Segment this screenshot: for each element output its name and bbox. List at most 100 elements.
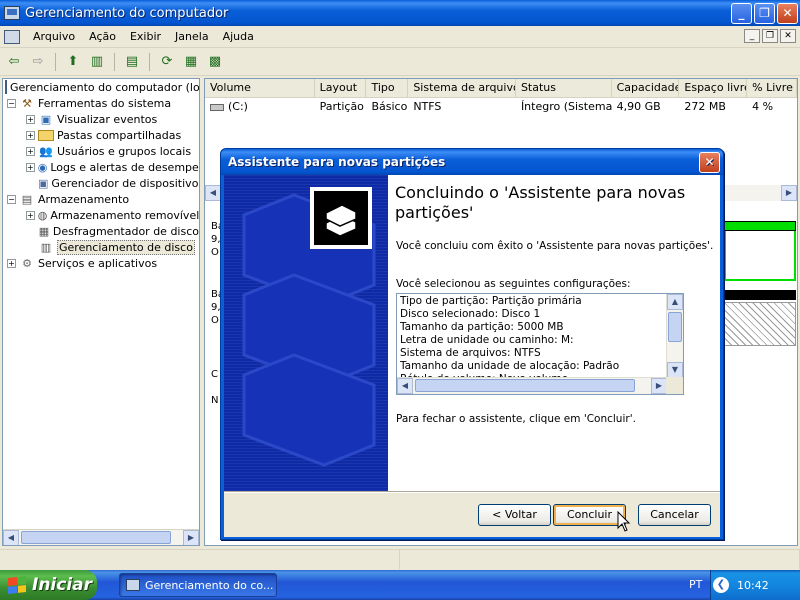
expand-icon[interactable]: +: [7, 258, 16, 268]
show-tree-icon[interactable]: ▥: [87, 52, 107, 72]
menu-acao[interactable]: Ação: [82, 30, 123, 43]
properties-icon[interactable]: ▤: [122, 52, 142, 72]
disk-label-fragment: O: [211, 247, 219, 258]
finish-button[interactable]: Concluir: [553, 504, 626, 526]
partition-block-unallocated[interactable]: [724, 302, 796, 346]
col-percent-livre[interactable]: % Livre: [747, 79, 797, 97]
refresh-icon[interactable]: ⟳: [157, 52, 177, 72]
dialog-close-button[interactable]: ✕: [699, 151, 720, 173]
settings-summary-box[interactable]: Tipo de partição: Partição primária Disc…: [396, 293, 684, 395]
tree-item-label: Pastas compartilhadas: [57, 128, 182, 142]
forward-arrow-icon[interactable]: ⇨: [28, 52, 48, 72]
tree-item-gerenciamento-disco[interactable]: ▥ Gerenciamento de disco: [3, 239, 199, 255]
col-capacidade[interactable]: Capacidade: [612, 79, 680, 97]
col-volume[interactable]: Volume: [205, 79, 315, 97]
dialog-titlebar[interactable]: Assistente para novas partições ✕: [221, 149, 723, 175]
tree-item-dispositivos[interactable]: ▣ Gerenciador de dispositivos: [3, 175, 199, 191]
menu-arquivo[interactable]: Arquivo: [26, 30, 82, 43]
menu-ajuda[interactable]: Ajuda: [216, 30, 261, 43]
table-row[interactable]: (C:) Partição Básico NTFS Íntegro (Siste…: [205, 98, 797, 115]
tree-item-servicos[interactable]: + ⚙ Serviços e aplicativos: [3, 255, 199, 271]
tree-horizontal-scrollbar[interactable]: ◀ ▶: [3, 529, 199, 545]
start-button[interactable]: Iniciar: [0, 570, 97, 600]
tree-item-removivel[interactable]: + ◍ Armazenamento removível: [3, 207, 199, 223]
tree-item-eventos[interactable]: + ▣ Visualizar eventos: [3, 111, 199, 127]
cell-tipo: Básico: [371, 100, 408, 113]
expand-icon[interactable]: +: [26, 130, 35, 140]
tree-item-armazenamento[interactable]: − ▤ Armazenamento: [3, 191, 199, 207]
cell-volume: (C:): [205, 100, 315, 113]
tree-item-ferramentas[interactable]: − ⚒ Ferramentas do sistema: [3, 95, 199, 111]
settings-lines: Tipo de partição: Partição primária Disc…: [400, 295, 665, 386]
expand-icon[interactable]: +: [26, 162, 35, 172]
export-list-icon[interactable]: ▦: [181, 52, 201, 72]
scroll-thumb[interactable]: [668, 312, 682, 342]
col-layout[interactable]: Layout: [315, 79, 367, 97]
tree-item-desfragmentador[interactable]: ▦ Desfragmentador de disco: [3, 223, 199, 239]
disk-label-fragment: O: [211, 315, 219, 326]
tree-item-pastas[interactable]: + Pastas compartilhadas: [3, 127, 199, 143]
settings-vertical-scrollbar[interactable]: ▲ ▼: [666, 294, 683, 378]
console-tree[interactable]: Gerenciamento do computador (local − ⚒ F…: [2, 78, 200, 546]
dialog-body: Concluindo o 'Assistente para novas part…: [224, 175, 720, 537]
mdi-close-button[interactable]: ✕: [780, 29, 796, 43]
window-titlebar[interactable]: Gerenciamento do computador _ ❐ ✕: [0, 0, 800, 26]
col-status[interactable]: Status: [516, 79, 612, 97]
document-icon[interactable]: [4, 29, 20, 44]
scroll-thumb[interactable]: [21, 531, 171, 544]
partition-block-green[interactable]: [724, 231, 796, 281]
up-folder-icon[interactable]: ⬆: [63, 52, 83, 72]
language-indicator[interactable]: PT: [689, 578, 702, 591]
scroll-down-icon[interactable]: ▼: [667, 362, 683, 378]
window-title: Gerenciamento do computador: [25, 5, 229, 21]
scroll-right-icon[interactable]: ▶: [651, 378, 667, 394]
disk-label-fragment: N: [211, 395, 219, 406]
scroll-left-icon[interactable]: ◀: [205, 185, 221, 201]
col-sistema-arquivos[interactable]: Sistema de arquivos: [408, 79, 516, 97]
cancel-button[interactable]: Cancelar: [638, 504, 711, 526]
computer-management-icon: [126, 579, 140, 591]
cell-status: Íntegro (Sistema): [520, 100, 612, 113]
help-icon[interactable]: ▩: [205, 52, 225, 72]
taskbar-item-computer-management[interactable]: Gerenciamento do co...: [119, 573, 277, 597]
scroll-thumb[interactable]: [415, 379, 635, 392]
menu-exibir[interactable]: Exibir: [123, 30, 168, 43]
expand-icon[interactable]: +: [26, 114, 35, 124]
scroll-corner: [666, 377, 683, 394]
scroll-right-icon[interactable]: ▶: [183, 530, 199, 545]
restore-button[interactable]: ❐: [754, 2, 775, 24]
expand-icon[interactable]: +: [26, 210, 35, 220]
tree-item-label: Armazenamento: [38, 192, 130, 206]
minimize-button[interactable]: _: [731, 2, 752, 24]
collapse-icon[interactable]: −: [7, 194, 16, 204]
cell-layout: Partição: [319, 100, 364, 113]
close-button[interactable]: ✕: [777, 2, 798, 24]
cell-sistema: NTFS: [413, 100, 442, 113]
device-manager-icon: ▣: [38, 176, 49, 190]
wizard-close-instruction: Para fechar o assistente, clique em 'Con…: [396, 413, 636, 425]
back-arrow-icon[interactable]: ⇦: [4, 52, 24, 72]
tree-item-usuarios[interactable]: + 👥 Usuários e grupos locais: [3, 143, 199, 159]
col-tipo[interactable]: Tipo: [366, 79, 409, 97]
tree-item-label: Armazenamento removível: [50, 208, 200, 222]
scroll-left-icon[interactable]: ◀: [3, 530, 19, 545]
mdi-restore-button[interactable]: ❐: [762, 29, 778, 43]
tree-item-label: Gerenciamento de disco: [57, 239, 195, 255]
show-hidden-icons-icon[interactable]: ❮: [713, 577, 729, 593]
mdi-minimize-button[interactable]: _: [744, 29, 760, 43]
stacked-disks-icon: [325, 204, 357, 237]
clock[interactable]: 10:42: [737, 579, 769, 592]
back-button[interactable]: < Voltar: [478, 504, 551, 526]
scroll-right-icon[interactable]: ▶: [781, 185, 797, 201]
tree-item-logs[interactable]: + ◉ Logs e alertas de desempenh: [3, 159, 199, 175]
tree-item-label: Serviços e aplicativos: [38, 256, 158, 270]
settings-horizontal-scrollbar[interactable]: ◀ ▶: [397, 377, 667, 394]
scroll-left-icon[interactable]: ◀: [397, 378, 413, 394]
menu-janela[interactable]: Janela: [168, 30, 216, 43]
tree-root[interactable]: Gerenciamento do computador (local: [3, 79, 199, 95]
scroll-up-icon[interactable]: ▲: [667, 294, 683, 310]
expand-icon[interactable]: +: [26, 146, 35, 156]
col-espaco-livre[interactable]: Espaço livre: [679, 79, 748, 97]
toolbar-separator: [149, 52, 150, 71]
collapse-icon[interactable]: −: [7, 98, 16, 108]
